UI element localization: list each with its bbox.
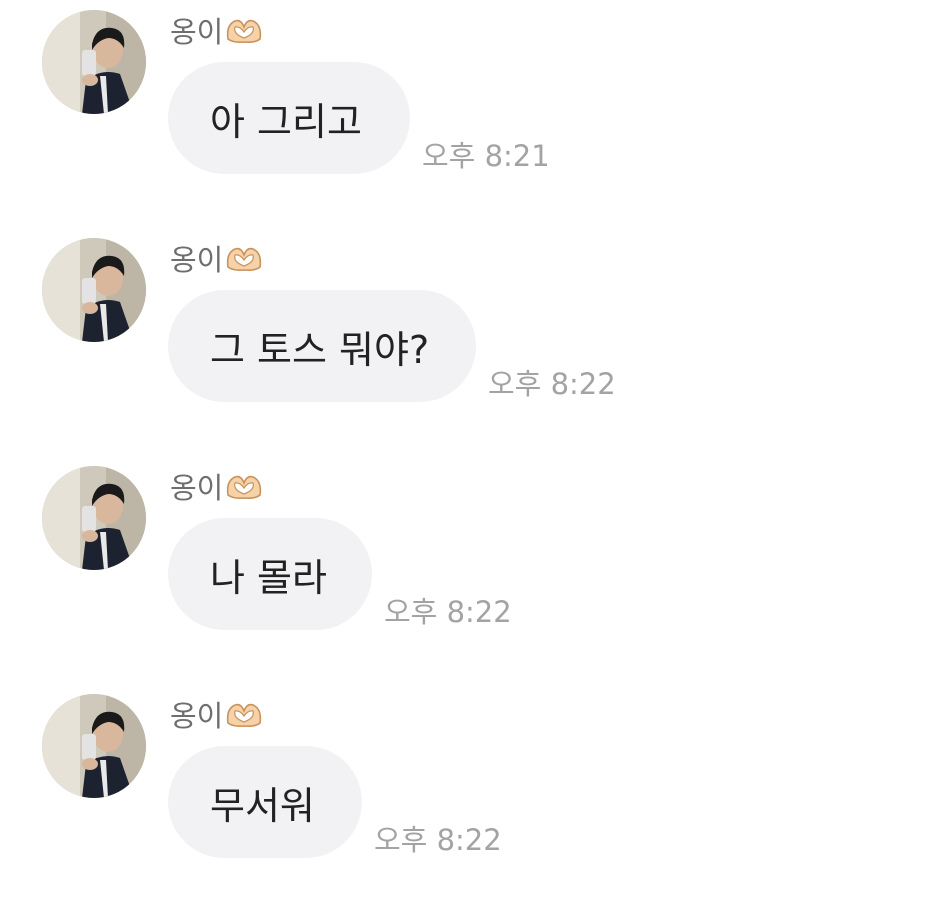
message-row: 옹이 무서워 오후 8:22 xyxy=(0,684,925,884)
heart-hands-icon xyxy=(225,243,263,273)
sender-name: 옹이 xyxy=(170,471,224,505)
message-timestamp: 오후 8:22 xyxy=(488,367,616,401)
message-timestamp: 오후 8:21 xyxy=(422,139,550,173)
avatar[interactable] xyxy=(42,238,146,342)
message-row: 옹이 나 몰라 오후 8:22 xyxy=(0,456,925,656)
message-bubble[interactable]: 나 몰라 xyxy=(168,518,372,630)
profile-photo xyxy=(42,466,146,570)
avatar[interactable] xyxy=(42,10,146,114)
sender-name: 옹이 xyxy=(170,15,224,49)
chat-message-list: 옹이 아 그리고 오후 8:21 옹이 그 토스 뭐야? 오후 8:22 옹이 … xyxy=(0,0,925,903)
sender-label: 옹이 xyxy=(170,238,263,278)
message-row: 옹이 아 그리고 오후 8:21 xyxy=(0,0,925,200)
message-timestamp: 오후 8:22 xyxy=(374,823,502,857)
profile-photo xyxy=(42,10,146,114)
heart-hands-icon xyxy=(225,15,263,45)
message-timestamp: 오후 8:22 xyxy=(384,595,512,629)
avatar[interactable] xyxy=(42,694,146,798)
sender-name: 옹이 xyxy=(170,243,224,277)
sender-name: 옹이 xyxy=(170,699,224,733)
message-bubble[interactable]: 아 그리고 xyxy=(168,62,410,174)
sender-label: 옹이 xyxy=(170,466,263,506)
profile-photo xyxy=(42,694,146,798)
sender-label: 옹이 xyxy=(170,10,263,50)
message-bubble[interactable]: 무서워 xyxy=(168,746,362,858)
profile-photo xyxy=(42,238,146,342)
heart-hands-icon xyxy=(225,699,263,729)
heart-hands-icon xyxy=(225,471,263,501)
avatar[interactable] xyxy=(42,466,146,570)
sender-label: 옹이 xyxy=(170,694,263,734)
message-bubble[interactable]: 그 토스 뭐야? xyxy=(168,290,476,402)
message-row: 옹이 그 토스 뭐야? 오후 8:22 xyxy=(0,228,925,428)
